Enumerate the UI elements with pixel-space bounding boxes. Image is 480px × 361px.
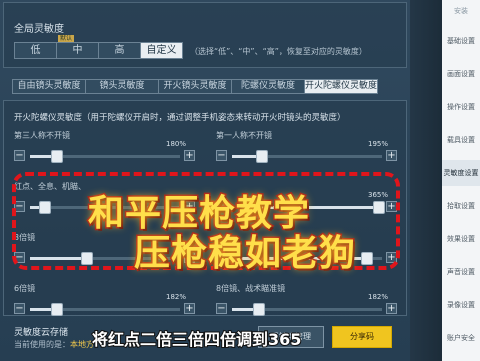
nav-effects[interactable]: 效果设置	[442, 234, 480, 244]
nav-account-security[interactable]: 账户安全	[442, 333, 480, 343]
global-sensitivity-title: 全局灵敏度	[14, 24, 64, 35]
nav-pickup[interactable]: 拾取设置	[442, 201, 480, 211]
cloud-storage-current: 当前使用的是：本地方	[14, 339, 94, 350]
increase-button[interactable]: +	[184, 150, 195, 161]
slider-label: 第三人称不开镜	[14, 131, 70, 140]
nav-replay[interactable]: 录像设置	[442, 300, 480, 310]
nav-controls[interactable]: 操作设置	[442, 102, 480, 112]
tab-gyroscope[interactable]: 陀螺仪灵敏度	[231, 79, 305, 94]
global-sensitivity-hint: （选择“低”、“中”、“高”，恢复至对应的灵敏度）	[190, 47, 367, 56]
slider-value: 182%	[368, 293, 389, 301]
nav-sensitivity[interactable]: 灵敏度设置	[442, 160, 480, 186]
slider-value: 180%	[166, 140, 187, 148]
slider-handle[interactable]	[51, 150, 63, 163]
slider-track[interactable]	[232, 150, 382, 163]
overlay-title-line2: 压枪稳如老狗	[132, 232, 357, 276]
cloud-storage-current-prefix: 当前使用的是：	[14, 340, 70, 349]
slider-value: 195%	[368, 140, 389, 148]
nav-graphics[interactable]: 画面设置	[442, 69, 480, 79]
increase-button[interactable]: +	[386, 150, 397, 161]
share-code-button[interactable]: 分享码	[332, 326, 392, 348]
slider-handle[interactable]	[256, 150, 268, 163]
option-low[interactable]: 低	[14, 42, 57, 59]
slider-track[interactable]	[30, 150, 180, 163]
option-high[interactable]: 高	[98, 42, 141, 59]
tab-fire-camera[interactable]: 开火镜头灵敏度	[158, 79, 232, 94]
decrease-button[interactable]: −	[216, 303, 227, 314]
nav-top-label: 安装	[454, 7, 468, 15]
slider-track[interactable]	[30, 303, 180, 316]
nav-sound[interactable]: 声音设置	[442, 267, 480, 277]
increase-button[interactable]: +	[184, 303, 195, 314]
slider-label: 6倍镜	[14, 284, 36, 293]
global-sensitivity-options: 低 中 高 自定义	[14, 42, 183, 59]
slider-track[interactable]	[232, 303, 382, 316]
tab-camera[interactable]: 镜头灵敏度	[85, 79, 159, 94]
slider-handle[interactable]	[51, 303, 63, 316]
slider-label: 8倍镜、战术瞄准镜	[216, 284, 286, 293]
option-medium[interactable]: 中	[56, 42, 99, 59]
nav-vehicle[interactable]: 载具设置	[442, 135, 480, 145]
option-custom[interactable]: 自定义	[140, 42, 183, 59]
decrease-button[interactable]: −	[216, 150, 227, 161]
slider-label: 第一人称不开镜	[216, 131, 272, 140]
tab-free-camera[interactable]: 自由镜头灵敏度	[12, 79, 86, 94]
decrease-button[interactable]: −	[14, 303, 25, 314]
cloud-storage-title: 灵敏度云存储	[14, 328, 69, 338]
cloud-storage-current-value: 本地方	[70, 340, 94, 349]
sensitivity-tabs: 自由镜头灵敏度 镜头灵敏度 开火镜头灵敏度 陀螺仪灵敏度 开火陀螺仪灵敏度	[12, 79, 378, 94]
slider-handle[interactable]	[253, 303, 265, 316]
increase-button[interactable]: +	[386, 303, 397, 314]
decrease-button[interactable]: −	[14, 150, 25, 161]
fire-gyro-description: 开火陀螺仪灵敏度（用于陀螺仪开启时，通过调整手机姿态来转动开火时镜头的灵敏度）	[14, 113, 346, 123]
nav-basic[interactable]: 基础设置	[442, 36, 480, 46]
tab-fire-gyroscope[interactable]: 开火陀螺仪灵敏度	[304, 79, 378, 94]
nav-divider	[410, 0, 442, 361]
slider-value: 182%	[166, 293, 187, 301]
video-caption: 将红点二倍三倍四倍调到365	[91, 329, 302, 350]
settings-nav: 安装 基础设置 画面设置 操作设置 载具设置 灵敏度设置 拾取设置 效果设置 声…	[442, 0, 480, 361]
settings-panel: 全局灵敏度 默认 低 中 高 自定义 （选择“低”、“中”、“高”，恢复至对应的…	[0, 0, 410, 361]
